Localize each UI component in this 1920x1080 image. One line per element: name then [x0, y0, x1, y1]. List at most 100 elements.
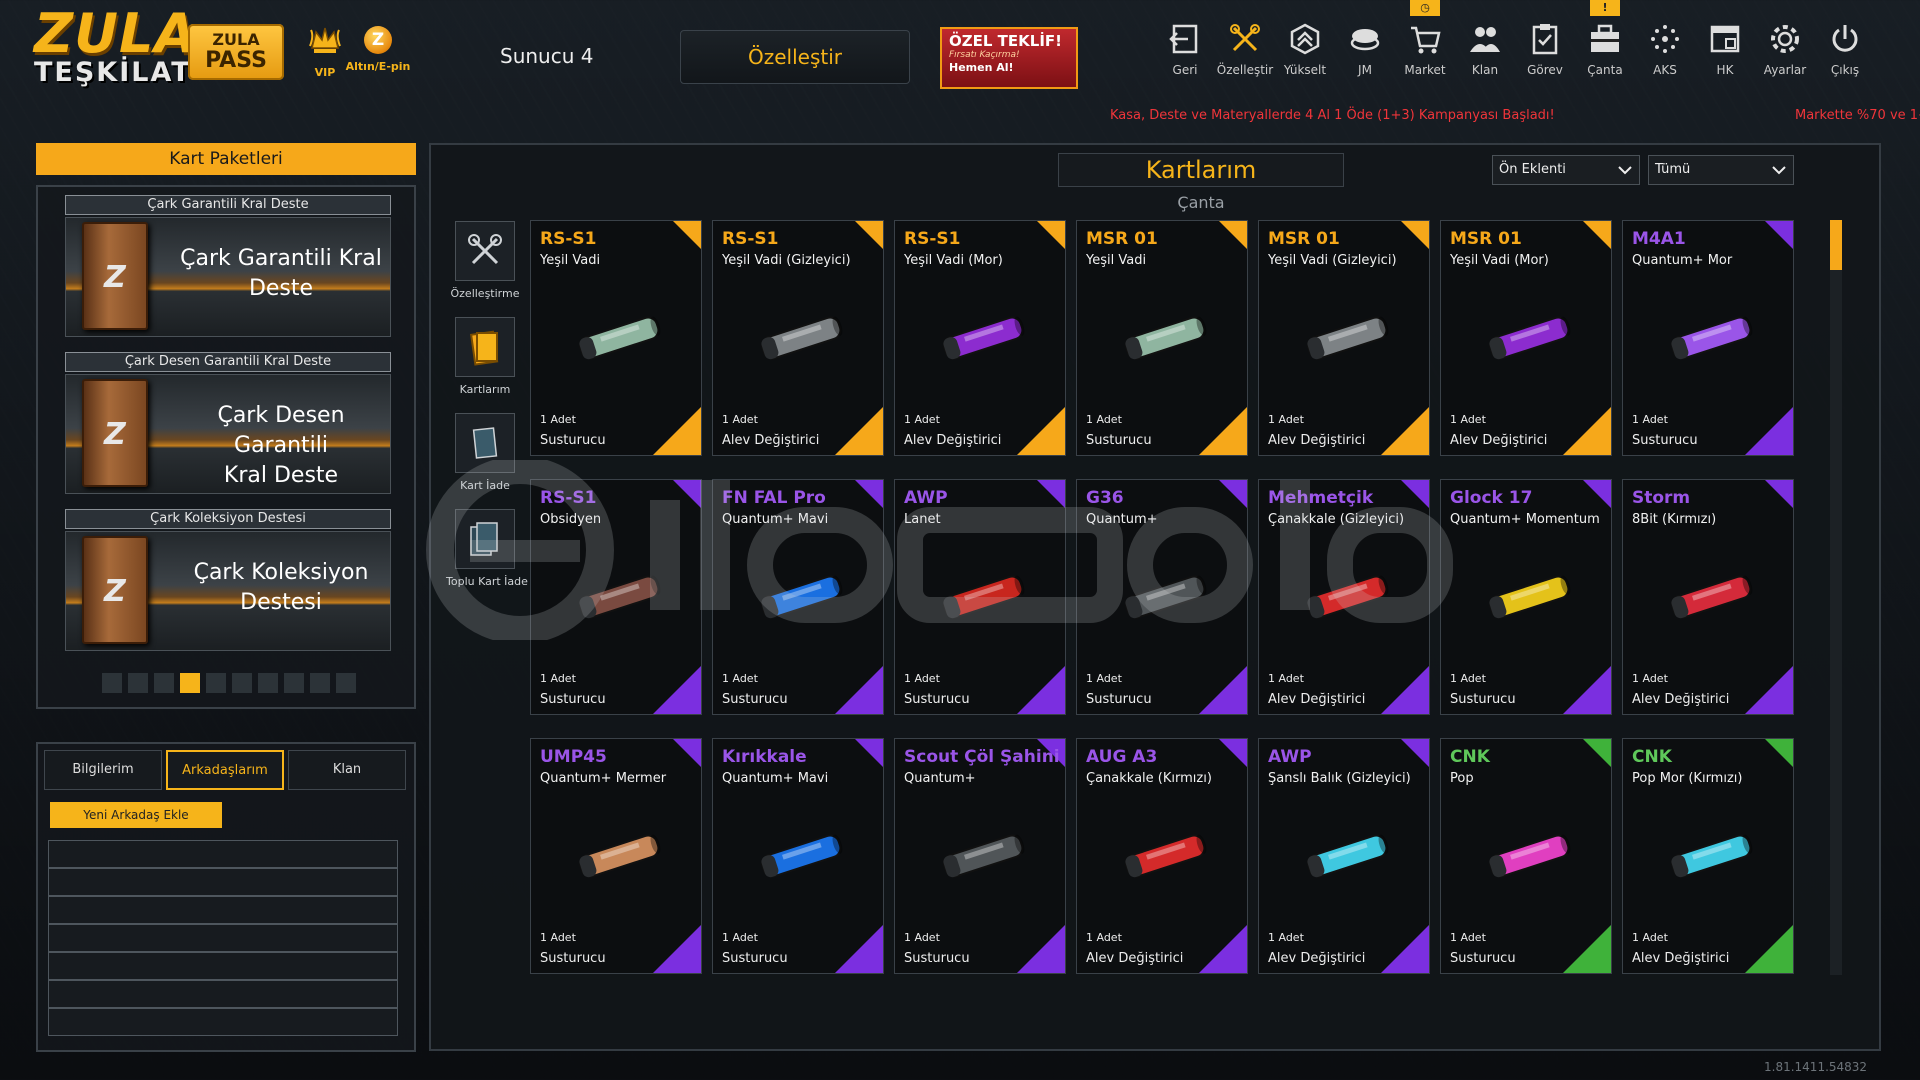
friend-row[interactable]	[48, 868, 398, 896]
inventory-card[interactable]: Glock 17 Quantum+ Momentum 1 Adet Susturucu	[1440, 479, 1612, 715]
side-tool-bulk-return[interactable]: Toplu Kart İade	[446, 509, 528, 588]
inventory-card[interactable]: RS-S1 Yeşil Vadi (Gizleyici) 1 Adet Alev De…	[712, 220, 884, 456]
inventory-card[interactable]: MSR 01 Yeşil Vadi (Gizleyici) 1 Adet Alev D…	[1258, 220, 1430, 456]
card-attachment-type: Susturucu	[722, 951, 788, 966]
inventory-card[interactable]: CNK Pop 1 Adet Susturucu	[1440, 738, 1612, 974]
cards-scrollbar[interactable]	[1830, 220, 1842, 975]
card-quantity: 1 Adet	[1268, 413, 1304, 426]
inventory-card[interactable]: MSR 01 Yeşil Vadi (Mor) 1 Adet Alev Değişti…	[1440, 220, 1612, 456]
card-pack-deck[interactable]: Çark Garantili Kral Deste Z Çark Garantili…	[65, 195, 391, 337]
inventory-card[interactable]: UMP45 Quantum+ Mermer 1 Adet Susturucu	[530, 738, 702, 974]
rarity-corner	[1401, 739, 1429, 767]
side-tool-tools[interactable]: Özelleştirme	[446, 221, 524, 300]
card-quantity: 1 Adet	[1450, 413, 1486, 426]
card-skin-name: Quantum+ Mor	[1632, 253, 1733, 268]
friend-row[interactable]	[48, 952, 398, 980]
nav-power[interactable]: Çıkış	[1815, 22, 1875, 77]
pagination-dot[interactable]	[206, 673, 226, 693]
nav-tools[interactable]: Özelleştir	[1215, 22, 1275, 77]
aks-icon	[1651, 25, 1679, 53]
vip-button[interactable]: VIP	[305, 24, 345, 79]
inventory-card[interactable]: RS-S1 Yeşil Vadi (Mor) 1 Adet Alev Değiştir…	[894, 220, 1066, 456]
pagination-dot[interactable]	[284, 673, 304, 693]
social-tab[interactable]: Klan	[288, 750, 406, 790]
friend-row[interactable]	[48, 980, 398, 1008]
deck-name-line1: Çark Desen Garantili	[217, 403, 345, 458]
inventory-card[interactable]: Storm 8Bit (Kırmızı) 1 Adet Alev Değiştiric…	[1622, 479, 1794, 715]
sort-select[interactable]: Ön Eklenti	[1492, 155, 1640, 185]
scrollbar-thumb[interactable]	[1830, 220, 1842, 270]
friend-row[interactable]	[48, 840, 398, 868]
inventory-card[interactable]: M4A1 Quantum+ Mor 1 Adet Susturucu	[1622, 220, 1794, 456]
social-tab[interactable]: Bilgilerim	[44, 750, 162, 790]
inventory-card[interactable]: MSR 01 Yeşil Vadi 1 Adet Susturucu	[1076, 220, 1248, 456]
add-friend-button[interactable]: Yeni Arkadaş Ekle	[50, 802, 222, 828]
inventory-card[interactable]: CNK Pop Mor (Kırmızı) 1 Adet Alev Değiştiri…	[1622, 738, 1794, 974]
pagination-dot[interactable]	[258, 673, 278, 693]
gold-epin-button[interactable]: Z Altın/E-pin	[340, 24, 416, 73]
side-tool-cards[interactable]: Kartlarım	[446, 317, 524, 396]
inventory-card[interactable]: FN FAL Pro Quantum+ Mavi 1 Adet Susturucu	[712, 479, 884, 715]
friend-row[interactable]	[48, 924, 398, 952]
friend-row[interactable]	[48, 1008, 398, 1036]
attachment-icon	[1671, 316, 1753, 360]
nav-back[interactable]: Geri	[1155, 22, 1215, 77]
card-pack-deck[interactable]: Çark Desen Garantili Kral Deste Z Çark Des…	[65, 352, 391, 494]
nav-clan[interactable]: Klan	[1455, 22, 1515, 77]
card-weapon-name: M4A1	[1632, 229, 1686, 249]
inventory-card[interactable]: AWP Şanslı Balık (Gizleyici) 1 Adet Alev De…	[1258, 738, 1430, 974]
attachment-icon	[1307, 575, 1389, 619]
pagination-dot[interactable]	[154, 673, 174, 693]
deck-banner: Z Çark Koleksiyon Destesi	[65, 531, 391, 651]
card-quantity: 1 Adet	[1086, 931, 1122, 944]
rarity-corner	[855, 739, 883, 767]
zula-pass-button[interactable]: ZULA PASS	[188, 24, 284, 80]
pagination-dot[interactable]	[128, 673, 148, 693]
rarity-corner	[1381, 666, 1429, 714]
customize-button[interactable]: Özelleştir	[680, 30, 910, 84]
nav-hk[interactable]: HK	[1695, 22, 1755, 77]
inventory-card[interactable]: Kırıkkale Quantum+ Mavi 1 Adet Susturucu	[712, 738, 884, 974]
friend-list[interactable]	[48, 840, 398, 1036]
pagination-dot[interactable]	[310, 673, 330, 693]
bag-icon	[1591, 24, 1619, 52]
nav-upgrade[interactable]: Yükselt	[1275, 22, 1335, 77]
inventory-card[interactable]: RS-S1 Obsidyen 1 Adet Susturucu	[530, 479, 702, 715]
inventory-card[interactable]: RS-S1 Yeşil Vadi 1 Adet Susturucu	[530, 220, 702, 456]
friend-row[interactable]	[48, 896, 398, 924]
rarity-corner	[1017, 666, 1065, 714]
nav-jm[interactable]: JM	[1335, 22, 1395, 77]
inventory-card[interactable]: G36 Quantum+ 1 Adet Susturucu	[1076, 479, 1248, 715]
nav-mission[interactable]: Görev	[1515, 22, 1575, 77]
inventory-card[interactable]: Mehmetçik Çanakkale (Gizleyici) 1 Adet Alev…	[1258, 479, 1430, 715]
pagination-dot[interactable]	[102, 673, 122, 693]
card-skin-name: 8Bit (Kırmızı)	[1632, 512, 1717, 527]
inventory-card[interactable]: AWP Lanet 1 Adet Susturucu	[894, 479, 1066, 715]
pagination-dot[interactable]	[336, 673, 356, 693]
filter-select[interactable]: Tümü	[1648, 155, 1794, 185]
card-quantity: 1 Adet	[540, 931, 576, 944]
social-tab[interactable]: Arkadaşlarım	[166, 750, 284, 790]
pagination-dot[interactable]	[180, 673, 200, 693]
nav-label: Özelleştir	[1216, 63, 1274, 77]
side-tool-card-return[interactable]: Kart İade	[446, 413, 524, 492]
rarity-corner	[1381, 407, 1429, 455]
card-pack-deck[interactable]: Çark Koleksiyon Destesi Z Çark Koleksiyon D…	[65, 509, 391, 651]
attachment-icon	[579, 316, 661, 360]
card-quantity: 1 Adet	[1450, 931, 1486, 944]
nav-gear[interactable]: Ayarlar	[1755, 22, 1815, 77]
nav-cart[interactable]: ◷ Market	[1395, 0, 1455, 77]
nav-label: Çıkış	[1830, 63, 1860, 77]
nav-aks[interactable]: AKS	[1635, 22, 1695, 77]
announcement-ticker-2: Markette %70 ve 1+	[1795, 108, 1920, 123]
inventory-card[interactable]: AUG A3 Çanakkale (Kırmızı) 1 Adet Alev Deği…	[1076, 738, 1248, 974]
card-weapon-name: RS-S1	[540, 488, 597, 508]
card-quantity: 1 Adet	[1268, 672, 1304, 685]
rarity-corner	[1583, 739, 1611, 767]
inventory-card[interactable]: Scout Çöl Şahini Quantum+ 1 Adet Susturucu	[894, 738, 1066, 974]
server-name[interactable]: Sunucu 4	[500, 44, 593, 68]
special-offer-banner[interactable]: ÖZEL TEKLİF! Fırsatı Kaçırma! Hemen Al!	[940, 27, 1078, 89]
pagination-dot[interactable]	[232, 673, 252, 693]
nav-bag[interactable]: ! Çanta	[1575, 0, 1635, 77]
card-attachment-type: Alev Değiştirici	[1086, 951, 1184, 966]
